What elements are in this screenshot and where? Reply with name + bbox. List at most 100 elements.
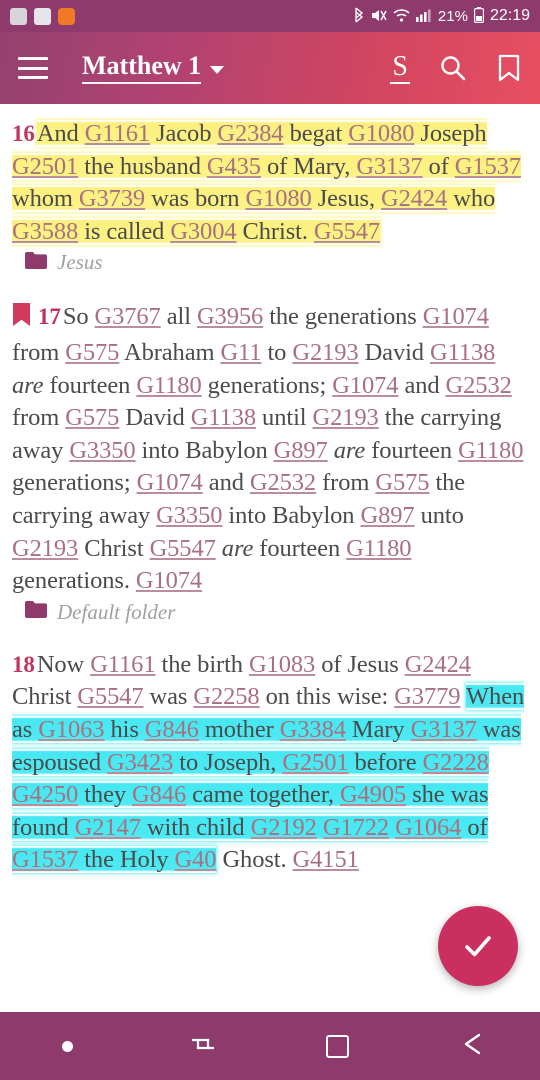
strongs-link[interactable]: G1063 (38, 716, 104, 743)
verse-word: David (358, 338, 430, 366)
strongs-link[interactable]: G1180 (346, 535, 411, 562)
verse-word: Ghost. (216, 846, 293, 874)
strongs-link[interactable]: G2193 (292, 339, 358, 366)
status-bar-clock: 22:19 (489, 7, 530, 24)
strongs-link[interactable]: G3384 (280, 716, 346, 743)
strongs-link[interactable]: G846 (145, 716, 199, 743)
strongs-link[interactable]: G3137 (411, 716, 477, 743)
strongs-link[interactable]: G1722 (323, 814, 389, 841)
nav-switch[interactable] (135, 1012, 270, 1080)
confirm-fab-button[interactable] (438, 906, 518, 986)
strongs-link[interactable]: G5547 (77, 683, 143, 710)
strongs-link[interactable]: G3739 (79, 185, 145, 212)
verse-word: the Holy (78, 846, 175, 874)
verse-word: generations; (12, 469, 137, 497)
strongs-link[interactable]: G1138 (191, 404, 256, 431)
strongs-link[interactable]: G2501 (282, 749, 348, 776)
verse-word: to Joseph, (173, 748, 283, 776)
strongs-link[interactable]: G2228 (423, 749, 489, 776)
strongs-link[interactable]: G2384 (217, 120, 283, 147)
strongs-link[interactable]: G2192 (251, 814, 317, 841)
nav-recents[interactable] (270, 1012, 405, 1080)
strongs-link[interactable]: G1064 (395, 814, 461, 841)
chapter-selector[interactable]: Matthew 1 (82, 52, 225, 84)
strongs-link[interactable]: G2147 (75, 814, 141, 841)
strongs-link[interactable]: G4250 (12, 781, 78, 808)
nav-back[interactable] (405, 1012, 540, 1080)
strongs-link[interactable]: G2424 (405, 651, 471, 678)
strongs-link[interactable]: G1080 (245, 185, 311, 212)
verse-word: Jesus, (311, 185, 381, 213)
strongs-link[interactable]: G3956 (197, 303, 263, 330)
strongs-link[interactable]: G1180 (458, 437, 523, 464)
strongs-link[interactable]: G3779 (394, 683, 460, 710)
search-icon[interactable] (438, 53, 468, 83)
strongs-link[interactable]: G1080 (348, 120, 414, 147)
strongs-link[interactable]: G2424 (381, 185, 447, 212)
scripture-content[interactable]: 16And G1161 Jacob G2384 begat G1080 Jose… (0, 104, 540, 1012)
verse-word: mother (198, 715, 280, 743)
verse-word: and (202, 469, 250, 497)
strongs-link[interactable]: G1537 (455, 153, 521, 180)
strongs-link[interactable]: G1083 (249, 651, 315, 678)
verse-word: on this wise: (259, 683, 395, 711)
strongs-link[interactable]: G3423 (107, 749, 173, 776)
strongs-link[interactable]: G2258 (193, 683, 259, 710)
strongs-link[interactable]: G575 (375, 469, 429, 496)
strongs-link[interactable]: G1074 (332, 372, 398, 399)
verse-number: 16 (12, 121, 35, 146)
check-icon (465, 936, 491, 957)
strongs-link[interactable]: G3004 (170, 218, 236, 245)
strongs-link[interactable]: G1161 (85, 120, 150, 147)
verse-16[interactable]: 16And G1161 Jacob G2384 begat G1080 Jose… (12, 118, 528, 248)
verse-17[interactable]: 17So G3767 all G3956 the generations G10… (12, 301, 528, 597)
verse-word: into Babylon (222, 501, 361, 529)
verse-word: the generations (263, 303, 423, 331)
strongs-link[interactable]: G1537 (12, 846, 78, 873)
strongs-link[interactable]: G435 (207, 153, 261, 180)
strongs-link[interactable]: G4151 (293, 846, 359, 873)
strongs-link[interactable]: G3350 (156, 502, 222, 529)
verse-word: Christ (12, 683, 78, 711)
verse-word: from (12, 404, 66, 432)
verse-18[interactable]: 18Now G1161 the birth G1083 of Jesus G24… (12, 649, 528, 877)
strongs-link[interactable]: G1074 (136, 567, 202, 594)
signal-icon (415, 8, 432, 24)
verse-16-folder-tag[interactable]: Jesus (24, 250, 528, 275)
strongs-link[interactable]: G5547 (314, 218, 380, 245)
strongs-link[interactable]: G4905 (340, 781, 406, 808)
strongs-link[interactable]: G2193 (313, 404, 379, 431)
strongs-link[interactable]: G40 (175, 846, 217, 873)
verse-word: Mary (345, 715, 411, 743)
orange-app-icon (58, 7, 75, 25)
strongs-link[interactable]: G1161 (90, 651, 155, 678)
verse-17-folder-tag[interactable]: Default folder (24, 600, 528, 625)
strongs-link[interactable]: G846 (132, 781, 186, 808)
strongs-link[interactable]: G11 (220, 339, 261, 366)
strongs-link[interactable]: G5547 (150, 535, 216, 562)
hamburger-menu-icon[interactable] (18, 57, 48, 79)
verse-word: So (62, 303, 95, 331)
strongs-link[interactable]: G1074 (423, 303, 489, 330)
strongs-link[interactable]: G3137 (356, 153, 422, 180)
strongs-link[interactable]: G2532 (250, 469, 316, 496)
strongs-link[interactable]: G897 (361, 502, 415, 529)
strongs-link[interactable]: G2501 (12, 153, 78, 180)
bookmark-icon[interactable] (496, 53, 522, 83)
strongs-link[interactable]: G3767 (95, 303, 161, 330)
nav-dot-indicator[interactable] (0, 1012, 135, 1080)
strongs-link[interactable]: G3350 (69, 437, 135, 464)
verse-word: generations. (12, 567, 136, 595)
strongs-link[interactable]: G1074 (137, 469, 203, 496)
strongs-toggle-button[interactable]: S (390, 52, 410, 84)
strongs-link[interactable]: G575 (65, 404, 119, 431)
verse-word: came together, (186, 781, 340, 809)
strongs-link[interactable]: G2532 (446, 372, 512, 399)
strongs-link[interactable]: G1138 (430, 339, 495, 366)
strongs-link[interactable]: G2193 (12, 535, 78, 562)
strongs-link[interactable]: G3588 (12, 218, 78, 245)
strongs-link[interactable]: G897 (274, 437, 328, 464)
verse-bookmark-icon[interactable] (12, 302, 31, 337)
strongs-link[interactable]: G1180 (136, 372, 201, 399)
strongs-link[interactable]: G575 (65, 339, 119, 366)
